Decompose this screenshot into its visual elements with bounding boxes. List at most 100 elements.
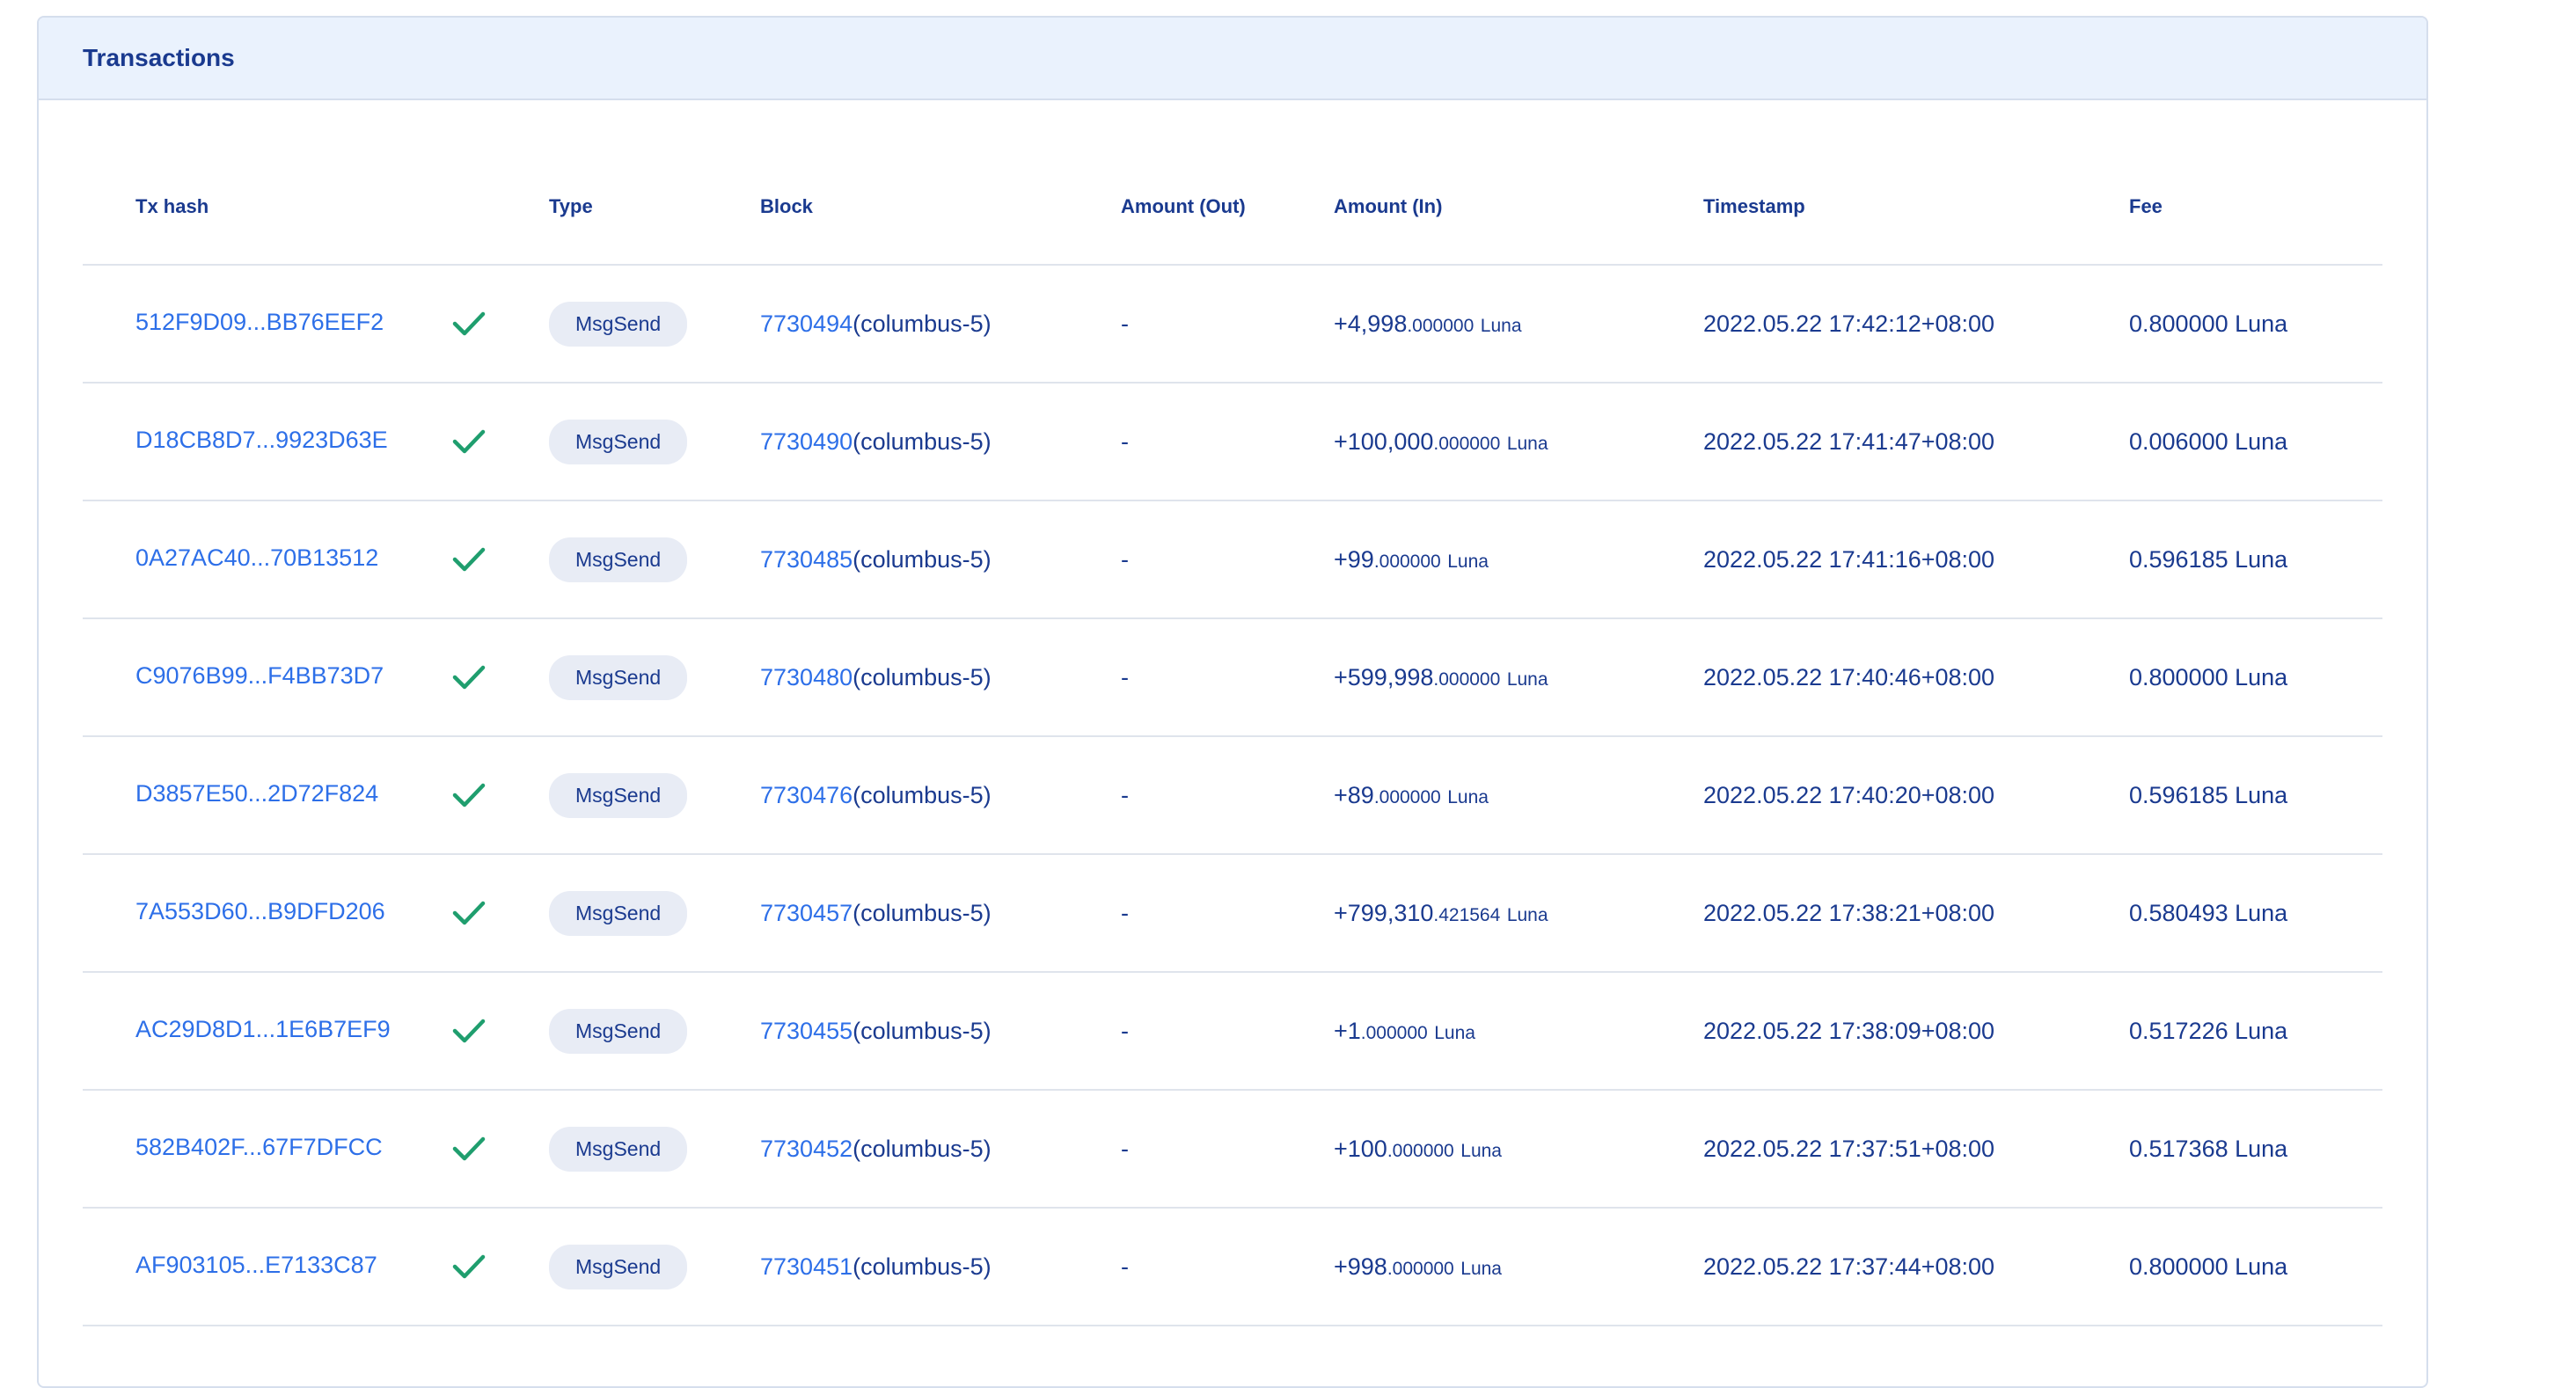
table-row: 7A553D60...B9DFD206 MsgSend 7730457(colu… <box>83 854 2382 973</box>
block-chain-id: (columbus-5) <box>853 899 992 926</box>
tx-hash-link[interactable]: D3857E50...2D72F824 <box>135 780 452 807</box>
check-icon <box>452 1018 486 1044</box>
tx-hash-cell: AF903105...E7133C87 <box>83 1208 549 1326</box>
tx-hash-link[interactable]: 512F9D09...BB76EEF2 <box>135 309 452 336</box>
block-cell: 7730476(columbus-5) <box>760 736 1121 855</box>
block-chain-id: (columbus-5) <box>853 1253 992 1280</box>
amount-in-decimal: .000000 <box>1433 433 1501 454</box>
tx-hash-cell: C9076B99...F4BB73D7 <box>83 618 549 737</box>
amount-out-cell: - <box>1121 265 1334 384</box>
tx-hash-link[interactable]: AC29D8D1...1E6B7EF9 <box>135 1016 452 1043</box>
fee-cell: 0.580493 Luna <box>2129 854 2382 973</box>
block-chain-id: (columbus-5) <box>853 427 992 455</box>
tx-hash-cell: 512F9D09...BB76EEF2 <box>83 265 549 384</box>
amount-in-decimal: .000000 <box>1373 786 1441 807</box>
check-icon <box>452 900 486 926</box>
amount-in-decimal: .000000 <box>1387 1140 1454 1161</box>
block-link[interactable]: 7730457 <box>760 900 853 926</box>
type-cell: MsgSend <box>549 854 760 973</box>
type-badge: MsgSend <box>549 1244 688 1289</box>
amount-in-integer: +799,310 <box>1334 899 1434 926</box>
type-badge: MsgSend <box>549 301 688 347</box>
timestamp-cell: 2022.05.22 17:37:51+08:00 <box>1703 1090 2129 1209</box>
transactions-panel: Transactions Tx hash Type Block Amount (… <box>37 16 2428 1388</box>
col-header-amount-out: Amount (Out) <box>1121 150 1334 266</box>
table-row: AF903105...E7133C87 MsgSend 7730451(colu… <box>83 1208 2382 1326</box>
amount-in-cell: +100.000000 Luna <box>1334 1090 1703 1209</box>
tx-hash-link[interactable]: AF903105...E7133C87 <box>135 1252 452 1279</box>
block-cell: 7730485(columbus-5) <box>760 500 1121 619</box>
fee-cell: 0.517226 Luna <box>2129 972 2382 1091</box>
amount-out-cell: - <box>1121 854 1334 973</box>
block-link[interactable]: 7730476 <box>760 782 853 808</box>
tx-hash-link[interactable]: 0A27AC40...70B13512 <box>135 544 452 572</box>
type-cell: MsgSend <box>549 618 760 737</box>
amount-in-unit: Luna <box>1506 433 1548 454</box>
block-cell: 7730494(columbus-5) <box>760 265 1121 384</box>
block-cell: 7730452(columbus-5) <box>760 1090 1121 1209</box>
tx-hash-cell: D3857E50...2D72F824 <box>83 736 549 855</box>
timestamp-cell: 2022.05.22 17:40:20+08:00 <box>1703 736 2129 855</box>
amount-in-cell: +1.000000 Luna <box>1334 972 1703 1091</box>
table-row: 0A27AC40...70B13512 MsgSend 7730485(colu… <box>83 500 2382 619</box>
type-cell: MsgSend <box>549 736 760 855</box>
transactions-table: Tx hash Type Block Amount (Out) Amount (… <box>83 150 2382 1326</box>
type-badge: MsgSend <box>549 537 688 582</box>
block-cell: 7730480(columbus-5) <box>760 618 1121 737</box>
tx-hash-link[interactable]: 582B402F...67F7DFCC <box>135 1134 452 1161</box>
type-badge: MsgSend <box>549 772 688 818</box>
block-chain-id: (columbus-5) <box>853 781 992 808</box>
block-link[interactable]: 7730494 <box>760 310 853 337</box>
tx-hash-link[interactable]: 7A553D60...B9DFD206 <box>135 898 452 925</box>
amount-in-cell: +799,310.421564 Luna <box>1334 854 1703 973</box>
amount-in-cell: +998.000000 Luna <box>1334 1208 1703 1326</box>
timestamp-cell: 2022.05.22 17:41:16+08:00 <box>1703 500 2129 619</box>
check-icon <box>452 1253 486 1280</box>
tx-hash-link[interactable]: C9076B99...F4BB73D7 <box>135 662 452 690</box>
col-header-block: Block <box>760 150 1121 266</box>
amount-out-cell: - <box>1121 1090 1334 1209</box>
panel-header: Transactions <box>39 18 2426 100</box>
check-icon <box>452 428 486 455</box>
block-cell: 7730490(columbus-5) <box>760 383 1121 501</box>
table-row: D3857E50...2D72F824 MsgSend 7730476(colu… <box>83 736 2382 855</box>
table-row: 582B402F...67F7DFCC MsgSend 7730452(colu… <box>83 1090 2382 1209</box>
table-body: 512F9D09...BB76EEF2 MsgSend 7730494(colu… <box>83 265 2382 1326</box>
amount-in-unit: Luna <box>1447 786 1489 807</box>
check-icon <box>452 1136 486 1162</box>
amount-in-integer: +1 <box>1334 1017 1361 1044</box>
table-row: AC29D8D1...1E6B7EF9 MsgSend 7730455(colu… <box>83 972 2382 1091</box>
amount-in-unit: Luna <box>1460 1140 1502 1161</box>
block-link[interactable]: 7730451 <box>760 1253 853 1280</box>
block-link[interactable]: 7730485 <box>760 546 853 573</box>
tx-hash-link[interactable]: D18CB8D7...9923D63E <box>135 427 452 454</box>
block-link[interactable]: 7730452 <box>760 1136 853 1162</box>
amount-out-cell: - <box>1121 383 1334 501</box>
block-link[interactable]: 7730490 <box>760 428 853 455</box>
block-link[interactable]: 7730480 <box>760 664 853 690</box>
timestamp-cell: 2022.05.22 17:38:21+08:00 <box>1703 854 2129 973</box>
type-cell: MsgSend <box>549 972 760 1091</box>
amount-in-cell: +100,000.000000 Luna <box>1334 383 1703 501</box>
fee-cell: 0.800000 Luna <box>2129 618 2382 737</box>
amount-in-decimal: .000000 <box>1360 1022 1428 1043</box>
fee-cell: 0.800000 Luna <box>2129 265 2382 384</box>
timestamp-cell: 2022.05.22 17:41:47+08:00 <box>1703 383 2129 501</box>
amount-in-unit: Luna <box>1447 551 1489 572</box>
block-chain-id: (columbus-5) <box>853 1135 992 1162</box>
amount-out-cell: - <box>1121 972 1334 1091</box>
fee-cell: 0.517368 Luna <box>2129 1090 2382 1209</box>
col-header-tx-hash: Tx hash <box>83 150 549 266</box>
amount-in-integer: +100 <box>1334 1135 1387 1162</box>
type-badge: MsgSend <box>549 1126 688 1172</box>
block-chain-id: (columbus-5) <box>853 310 992 337</box>
amount-in-unit: Luna <box>1506 904 1548 925</box>
fee-cell: 0.800000 Luna <box>2129 1208 2382 1326</box>
timestamp-cell: 2022.05.22 17:42:12+08:00 <box>1703 265 2129 384</box>
amount-in-decimal: .000000 <box>1373 551 1441 572</box>
amount-in-decimal: .421564 <box>1433 904 1501 925</box>
amount-in-decimal: .000000 <box>1387 1258 1454 1279</box>
block-link[interactable]: 7730455 <box>760 1018 853 1044</box>
amount-in-integer: +998 <box>1334 1253 1387 1280</box>
col-header-amount-in: Amount (In) <box>1334 150 1703 266</box>
